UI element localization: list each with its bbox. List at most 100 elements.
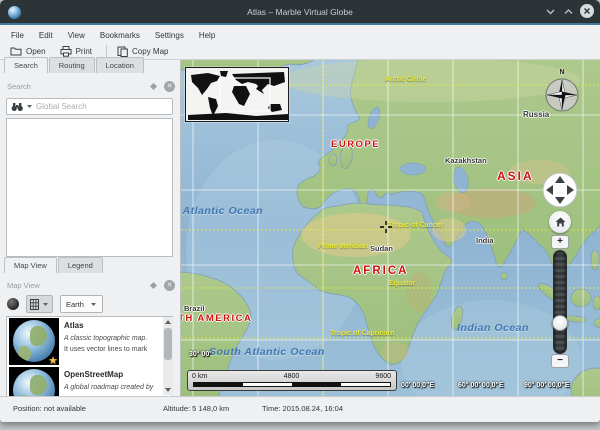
scroll-down-icon[interactable] xyxy=(163,385,173,395)
menubar: File Edit View Bookmarks Settings Help xyxy=(0,27,600,43)
map-label-africa: AFRICA xyxy=(353,265,408,277)
main-area: Search Routing Location Search ✕ xyxy=(0,60,600,396)
map-label-south-america: SOUTH AMERICA xyxy=(180,313,252,324)
printer-icon xyxy=(60,46,72,57)
mapview-controls: Earth xyxy=(7,294,103,314)
close-icon[interactable] xyxy=(580,4,594,18)
sidebar: Search Routing Location Search ✕ xyxy=(0,60,180,396)
scale-end: 9600 xyxy=(375,373,391,380)
map-label-indian-ocean: Indian Ocean xyxy=(457,322,529,334)
menu-view[interactable]: View xyxy=(68,31,85,40)
tab-search[interactable]: Search xyxy=(4,57,48,73)
celestial-body-select[interactable]: Earth xyxy=(60,295,103,313)
tab-routing[interactable]: Routing xyxy=(49,57,95,73)
menu-file[interactable]: File xyxy=(11,31,24,40)
compass-north-label: N xyxy=(542,69,582,76)
projection-grid-icon xyxy=(30,299,39,310)
zoom-out-button[interactable]: − xyxy=(551,354,569,368)
marble-app-icon xyxy=(8,6,21,19)
crosshair-icon xyxy=(380,221,392,233)
tab-legend[interactable]: Legend xyxy=(58,257,103,273)
map-label-tropic-capricorn: Tropic of Capricorn xyxy=(330,330,395,337)
toolbar-separator xyxy=(106,45,107,57)
print-button[interactable]: Print xyxy=(60,46,92,57)
mapview-panel-title: Map View xyxy=(7,281,151,290)
copy-map-button[interactable]: Copy Map xyxy=(117,46,168,57)
overview-world xyxy=(186,68,288,121)
map-label-equator: Equator xyxy=(389,280,415,287)
map-theme-openstreetmap[interactable]: OpenStreetMap A global roadmap created b… xyxy=(7,366,172,396)
map-theme-list[interactable]: ★ Atlas A classic topographic map. It us… xyxy=(6,316,173,396)
longitude-label-30e: 00' 00,0"E xyxy=(401,382,434,389)
binoculars-icon xyxy=(11,102,24,112)
tab-location[interactable]: Location xyxy=(96,57,144,73)
scale-bar-gauge xyxy=(193,382,391,387)
float-panel-icon[interactable] xyxy=(150,82,157,89)
map-theme-atlas[interactable]: ★ Atlas A classic topographic map. It us… xyxy=(7,317,172,366)
titlebar[interactable]: Atlas – Marble Virtual Globe xyxy=(0,0,600,25)
map-label-brazil: Brazil xyxy=(184,304,204,313)
compass-rose[interactable]: N xyxy=(542,69,582,117)
maplist-scrollbar[interactable] xyxy=(163,317,173,395)
map-label-south-atlantic: South Atlantic Ocean xyxy=(209,346,325,358)
search-panel-title: Search xyxy=(7,82,151,91)
projection-select[interactable] xyxy=(26,295,53,313)
search-results-list[interactable] xyxy=(6,118,173,257)
search-input[interactable] xyxy=(36,102,146,111)
chevron-down-icon xyxy=(90,302,97,307)
chevron-down-icon xyxy=(42,302,49,307)
global-search-box[interactable] xyxy=(6,98,173,115)
home-icon xyxy=(555,217,566,227)
map-label-asia: ASIA xyxy=(497,169,534,183)
map-label-tropic-cancer: Tropic of Cancer xyxy=(388,222,443,229)
longitude-label-60e: 60° 00' 00,0"E xyxy=(458,382,504,389)
map-label-arctic-circle: Arctic Circle xyxy=(385,76,426,83)
map-canvas[interactable]: EUROPE ASIA AFRICA SOUTH AMERICA Russia … xyxy=(180,60,600,396)
scroll-up-icon[interactable] xyxy=(163,317,173,327)
map-label-india: India xyxy=(476,236,494,245)
longitude-label-90e: 90° 00' 00,0"E xyxy=(524,382,570,389)
zoom-in-button[interactable]: + xyxy=(551,235,569,249)
pan-control[interactable] xyxy=(538,168,582,212)
celestial-globe-icon[interactable] xyxy=(7,298,19,310)
scrollbar-thumb[interactable] xyxy=(164,328,172,360)
float-panel-icon[interactable] xyxy=(150,281,157,288)
window-title: Atlas – Marble Virtual Globe xyxy=(0,7,600,17)
tab-map-view[interactable]: Map View xyxy=(4,257,57,273)
minimize-icon[interactable] xyxy=(544,5,557,18)
compass-icon xyxy=(543,76,581,114)
map-label-europe: EUROPE xyxy=(331,139,380,150)
favorite-star-icon[interactable]: ★ xyxy=(48,354,58,367)
mapview-panel-header: Map View ✕ xyxy=(7,279,175,291)
status-altitude: Altitude: 5 148,0 km xyxy=(163,404,229,413)
status-time: Time: 2015.08.24, 16:04 xyxy=(262,404,343,413)
copy-map-icon xyxy=(117,46,128,57)
maximize-icon[interactable] xyxy=(562,5,575,18)
chevron-down-icon[interactable] xyxy=(26,104,33,109)
home-button[interactable] xyxy=(549,211,571,233)
scale-bar: 0 km 4800 9600 xyxy=(187,370,397,391)
menu-edit[interactable]: Edit xyxy=(39,31,53,40)
status-position: Position: not available xyxy=(13,404,86,413)
panel-tabbar-top: Search Routing Location xyxy=(4,57,145,73)
scale-mid: 4800 xyxy=(284,373,300,380)
osm-thumbnail xyxy=(9,367,59,396)
menu-help[interactable]: Help xyxy=(199,31,215,40)
menu-bookmarks[interactable]: Bookmarks xyxy=(100,31,140,40)
statusbar: Position: not available Altitude: 5 148,… xyxy=(0,396,600,422)
close-panel-icon[interactable]: ✕ xyxy=(164,280,175,291)
folder-icon xyxy=(10,46,22,56)
search-panel-header: Search ✕ xyxy=(7,80,175,92)
map-label-sudan: Sudan xyxy=(370,244,393,253)
map-label-prime-meridian: Prime Meridian xyxy=(318,243,368,250)
marble-window: Atlas – Marble Virtual Globe File Edit V… xyxy=(0,0,600,422)
overview-map[interactable] xyxy=(185,67,289,122)
close-panel-icon[interactable]: ✕ xyxy=(164,81,175,92)
scale-start: 0 km xyxy=(192,373,207,380)
open-button[interactable]: Open xyxy=(10,46,46,56)
map-label-kazakhstan: Kazakhstan xyxy=(445,156,487,165)
map-label-north-atlantic: North Atlantic Ocean xyxy=(180,205,263,217)
zoom-slider-track[interactable] xyxy=(553,250,567,354)
zoom-slider-handle[interactable] xyxy=(552,315,568,331)
menu-settings[interactable]: Settings xyxy=(155,31,184,40)
